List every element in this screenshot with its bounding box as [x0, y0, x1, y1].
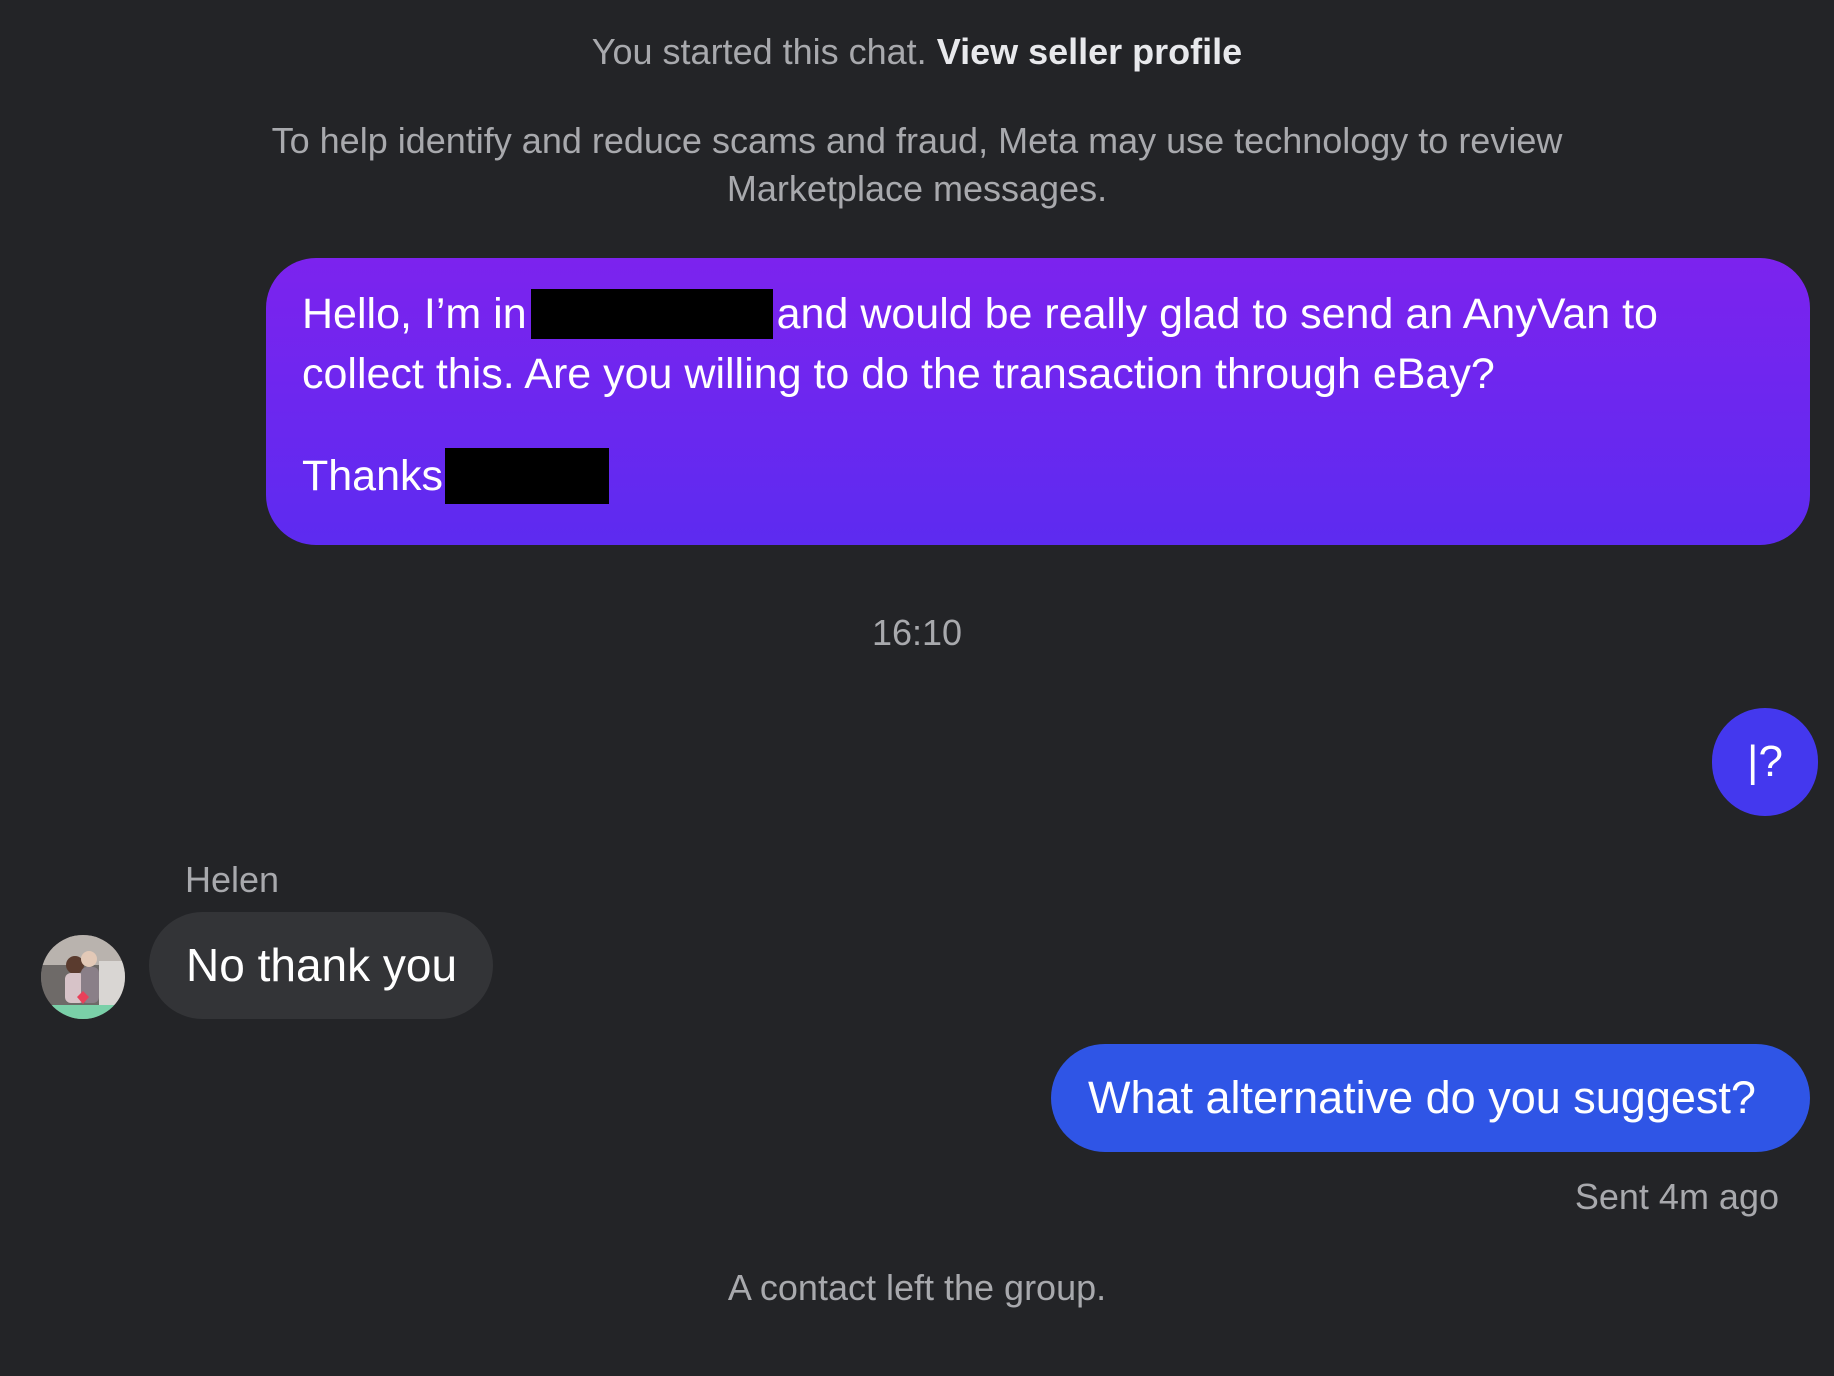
sender-name: Helen [185, 859, 280, 900]
view-seller-profile-link[interactable]: View seller profile [937, 31, 1242, 72]
message-signoff-line: Thanks [302, 446, 1774, 506]
outgoing-message-bubble[interactable]: |? [1712, 708, 1818, 816]
sent-status: Sent 4m ago [1574, 1176, 1779, 1217]
avatar-photo-icon [41, 935, 125, 1019]
message-timestamp: 16:10 [871, 612, 963, 653]
chat-start-text: You started this chat. [591, 31, 927, 72]
group-left-notice: A contact left the group. [727, 1267, 1107, 1308]
redacted-location [530, 288, 773, 339]
outgoing-message-bubble[interactable]: Hello, I’m in and would be really glad to… [266, 258, 1810, 545]
avatar[interactable] [41, 935, 125, 1019]
outgoing-message-bubble[interactable]: What alternative do you suggest? [1051, 1044, 1810, 1152]
message-signoff: Thanks [302, 452, 444, 500]
message-text-part1: Hello, I’m in [302, 290, 527, 338]
scam-notice: To help identify and reduce scams and fr… [271, 120, 1563, 209]
redacted-name [445, 447, 610, 504]
incoming-message-bubble[interactable]: No thank you [149, 912, 493, 1019]
chat-start-notice: You started this chat. View seller profi… [0, 28, 1834, 76]
